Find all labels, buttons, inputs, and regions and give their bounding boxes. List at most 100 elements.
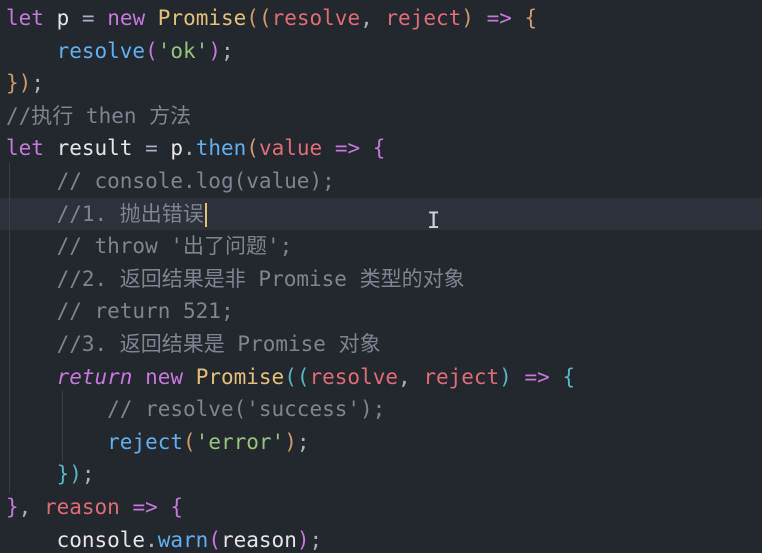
code-token: {: [170, 495, 184, 519]
code-token: {: [524, 6, 538, 30]
code-token: // resolve('success');: [107, 397, 386, 422]
code-token: (: [183, 429, 196, 454]
code-token: new: [145, 364, 184, 389]
code-token: ): [18, 71, 32, 96]
code-token: ): [296, 527, 310, 552]
code-token: }: [6, 71, 19, 96]
code-token: //1. 抛出错误: [56, 201, 204, 226]
code-token: {: [562, 364, 576, 389]
code-token: reason: [220, 527, 297, 552]
code-token: resolve: [271, 6, 361, 30]
code-token: ;: [81, 462, 95, 487]
code-token: (: [208, 527, 221, 552]
code-line[interactable]: let result = p.then(value => {: [0, 132, 762, 165]
code-token: }: [6, 495, 19, 519]
code-line[interactable]: });: [0, 67, 762, 100]
code-token: ,: [398, 364, 424, 389]
code-token: reject: [107, 429, 184, 454]
code-line[interactable]: });: [0, 458, 762, 491]
code-line[interactable]: return new Promise((resolve, reject) => …: [0, 361, 762, 394]
code-token: =>: [334, 136, 361, 161]
code-token: ;: [31, 71, 44, 96]
code-token: resolve: [309, 364, 399, 389]
code-token: ): [499, 364, 512, 389]
code-line[interactable]: console.warn(reason);: [0, 524, 762, 553]
code-token: .: [145, 527, 158, 552]
code-token: let: [6, 136, 44, 161]
code-token: //执行 then 方法: [6, 103, 192, 128]
code-token: //2. 返回结果是非 Promise 类型的对象: [56, 266, 465, 291]
code-token: ): [284, 429, 297, 454]
code-token: ((: [284, 364, 310, 389]
code-token: ,: [18, 495, 44, 519]
text-cursor-icon: I: [427, 209, 441, 234]
code-token: 'error': [195, 429, 285, 454]
code-token: .: [183, 136, 196, 161]
code-line[interactable]: resolve('ok');: [0, 35, 762, 68]
code-line[interactable]: // resolve('success');: [0, 393, 762, 426]
code-token: =>: [524, 364, 550, 389]
code-token: // throw '出了问题';: [56, 234, 293, 259]
code-token: Promise: [157, 6, 247, 30]
text-caret: [204, 202, 207, 227]
code-token: return: [56, 364, 133, 389]
code-line[interactable]: // console.log(value);: [0, 165, 762, 198]
code-token: =>: [132, 495, 158, 519]
code-token: reject: [423, 364, 500, 389]
code-token: value: [258, 136, 323, 161]
code-token: ): [461, 6, 474, 30]
code-line[interactable]: //3. 返回结果是 Promise 对象: [0, 328, 762, 361]
code-token: warn: [157, 527, 209, 552]
code-line[interactable]: //2. 返回结果是非 Promise 类型的对象: [0, 263, 762, 296]
code-token: new: [107, 6, 146, 30]
code-token: (: [246, 136, 259, 161]
code-token: ;: [309, 527, 323, 552]
code-token: result: [56, 136, 133, 161]
code-line[interactable]: //1. 抛出错误: [0, 197, 762, 231]
code-token: ;: [296, 429, 310, 454]
code-token: reject: [385, 6, 462, 30]
code-token: =: [69, 6, 108, 30]
indent-guide: [9, 163, 10, 493]
code-token: ;: [220, 38, 234, 63]
code-token: // return 521;: [56, 299, 234, 324]
code-line[interactable]: // throw '出了问题';: [0, 230, 762, 263]
code-token: }: [56, 462, 70, 487]
code-token: resolve: [56, 38, 146, 63]
code-token: {: [372, 136, 386, 161]
code-token: then: [195, 136, 247, 161]
code-token: =: [132, 136, 171, 161]
code-token: =>: [486, 6, 512, 30]
code-line[interactable]: }, reason => {: [0, 491, 762, 524]
code-line[interactable]: let p = new Promise((resolve, reject) =>…: [0, 2, 762, 35]
code-token: p: [56, 6, 70, 30]
code-token: ,: [360, 6, 386, 30]
code-line[interactable]: //执行 then 方法: [0, 100, 762, 133]
code-editor[interactable]: console.warn(reason);}, reason => { }); …: [0, 0, 762, 553]
code-line[interactable]: // return 521;: [0, 295, 762, 328]
code-token: Promise: [195, 364, 285, 389]
code-line[interactable]: reject('error');: [0, 426, 762, 459]
code-token: ((: [246, 6, 272, 30]
code-token: (: [145, 38, 158, 63]
